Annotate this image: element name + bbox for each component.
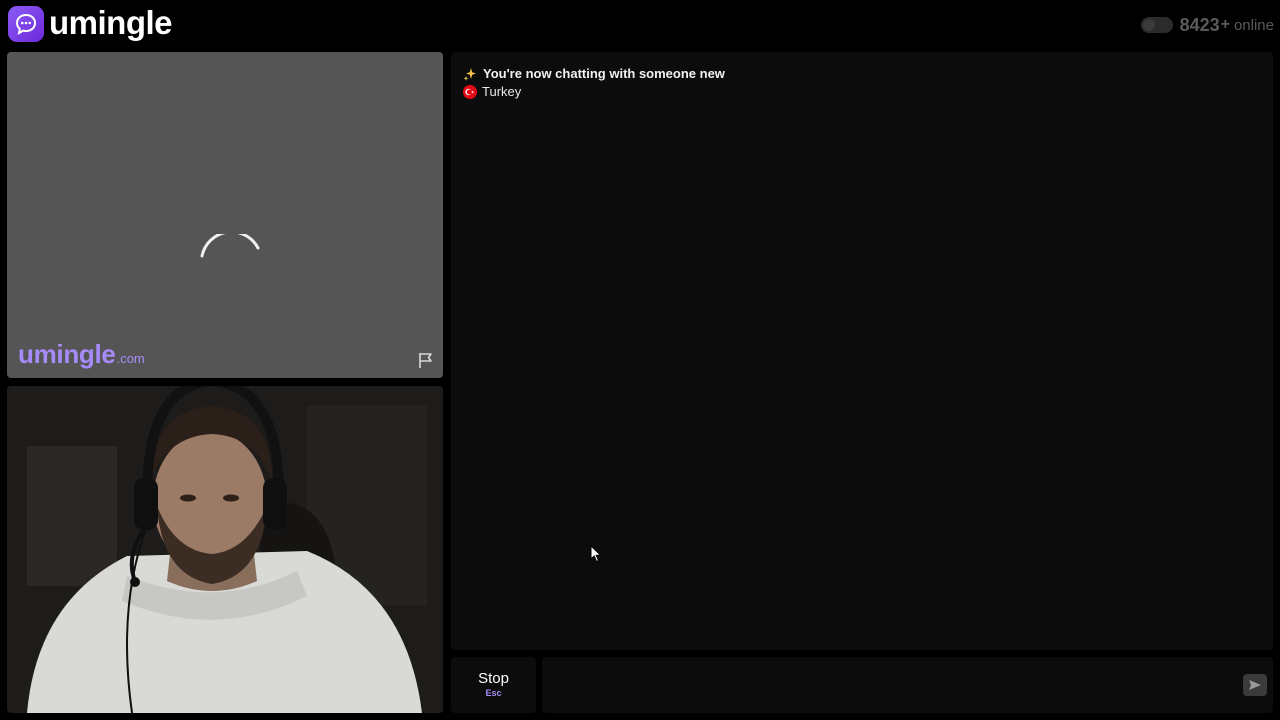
webcam-feed: [7, 386, 443, 713]
system-message: You're now chatting with someone new: [463, 66, 725, 81]
mouse-cursor-icon: [590, 545, 602, 563]
online-indicator: 8423 + online: [1140, 14, 1274, 36]
chat-input-area: [542, 657, 1273, 713]
sparkle-icon: [463, 67, 476, 81]
watermark: umingle .com: [18, 339, 145, 370]
stop-shortcut: Esc: [485, 688, 502, 698]
watermark-tld: .com: [116, 351, 145, 366]
remote-video: umingle .com: [7, 52, 443, 378]
country-name: Turkey: [482, 84, 522, 99]
chat-log: You're now chatting with someone new Tur…: [451, 52, 1273, 650]
logo-text: umingle: [49, 3, 173, 41]
turkey-flag-icon: [463, 84, 477, 99]
online-count: 8423: [1179, 14, 1220, 35]
chat-input[interactable]: [542, 657, 1232, 713]
send-button[interactable]: [1243, 674, 1267, 696]
chat-bubble-icon: [8, 6, 44, 42]
online-plus: +: [1220, 16, 1230, 33]
flag-icon[interactable]: [417, 351, 435, 369]
online-label: online: [1233, 16, 1274, 34]
stop-button[interactable]: Stop Esc: [451, 657, 536, 713]
stop-label: Stop: [478, 670, 509, 687]
system-message-text: You're now chatting with someone new: [483, 66, 725, 81]
send-icon: [1249, 680, 1261, 690]
header: umingle 8423 + online: [0, 0, 1280, 50]
country-line: Turkey: [463, 84, 521, 99]
watermark-main: umingle: [18, 339, 116, 369]
loading-spinner-icon: [200, 234, 260, 258]
local-video: [7, 386, 443, 713]
toggle-switch[interactable]: [1140, 17, 1173, 33]
site-logo[interactable]: umingle: [8, 3, 173, 42]
